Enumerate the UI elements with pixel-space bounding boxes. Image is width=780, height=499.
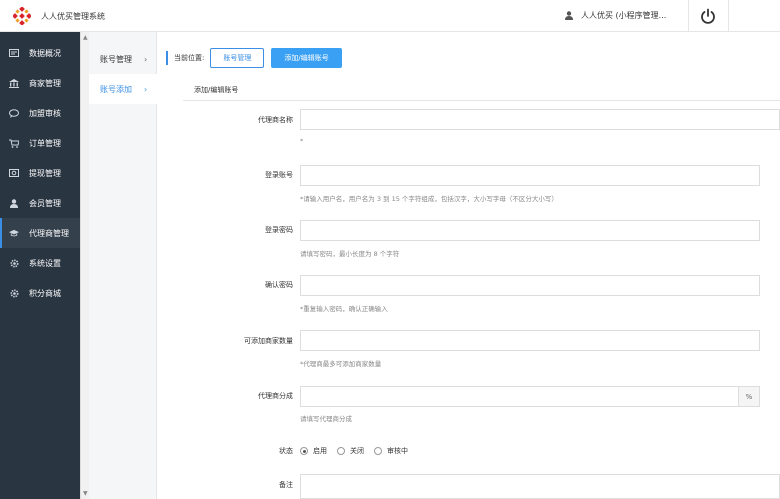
login-password-label: 登录密码 bbox=[265, 226, 293, 234]
user-name: 人人优买 (小程序管理... bbox=[581, 11, 667, 20]
panel-header: 添加/编辑账号 bbox=[183, 79, 780, 101]
sidebar-item-withdrawals[interactable]: 提现管理 bbox=[0, 158, 80, 188]
gear-icon bbox=[9, 288, 19, 298]
radio-unchecked-icon bbox=[337, 447, 345, 455]
commission-hint: 请填写代理商分成 bbox=[300, 415, 352, 423]
sidebar-item-agents[interactable]: 代理商管理 bbox=[0, 218, 80, 248]
confirm-password-label: 确认密码 bbox=[265, 281, 293, 289]
status-radio-enabled[interactable]: 启用 bbox=[300, 446, 327, 456]
status-radio-reviewing[interactable]: 审核中 bbox=[374, 446, 408, 456]
confirm-password-input[interactable] bbox=[300, 275, 760, 296]
submenu-item-label: 账号管理 bbox=[100, 54, 132, 64]
top-header: 人人优买管理系统 人人优买 (小程序管理... bbox=[0, 0, 780, 32]
submenu-item-account-add[interactable]: 账号添加 › bbox=[89, 74, 157, 104]
login-password-hint: 请填写密码，最小长度为 8 个字符 bbox=[300, 250, 400, 258]
agent-name-input[interactable] bbox=[300, 109, 780, 130]
breadcrumb-label: 当前位置: bbox=[174, 54, 205, 62]
submenu-item-label: 账号添加 bbox=[100, 84, 132, 94]
breadcrumb-add-edit-account[interactable]: 添加/编辑账号 bbox=[271, 48, 342, 68]
sidebar-item-label: 积分商城 bbox=[29, 288, 61, 298]
scroll-up-arrow-icon[interactable]: ▲ bbox=[83, 34, 88, 41]
radio-unchecked-icon bbox=[374, 447, 382, 455]
radio-label: 审核中 bbox=[387, 447, 408, 455]
dashboard-icon bbox=[9, 48, 19, 58]
sidebar-item-label: 商家管理 bbox=[29, 78, 61, 88]
sidebar-item-orders[interactable]: 订单管理 bbox=[0, 128, 80, 158]
bank-icon bbox=[9, 78, 19, 88]
scroll-down-arrow-icon[interactable]: ▼ bbox=[83, 490, 88, 497]
breadcrumb-accent-bar bbox=[166, 51, 168, 65]
sidebar-item-label: 加盟审核 bbox=[29, 108, 61, 118]
status-radio-closed[interactable]: 关闭 bbox=[337, 446, 364, 456]
agent-name-label: 代理商名称 bbox=[258, 116, 293, 124]
main-sidebar: 数据概况 商家管理 加盟审核 订单管理 提现管理 会员管理 代理商管理 系统设置… bbox=[0, 32, 80, 499]
sidebar-scrollbar[interactable]: ▲ ▼ bbox=[80, 32, 89, 499]
sidebar-item-settings[interactable]: 系统设置 bbox=[0, 248, 80, 278]
sidebar-item-members[interactable]: 会员管理 bbox=[0, 188, 80, 218]
radio-checked-icon bbox=[300, 447, 308, 455]
gear-icon bbox=[9, 258, 19, 268]
remark-textarea[interactable] bbox=[300, 474, 780, 499]
status-radio-group: 启用 关闭 审核中 bbox=[300, 446, 418, 456]
sidebar-item-merchants[interactable]: 商家管理 bbox=[0, 68, 80, 98]
user-icon bbox=[565, 11, 573, 20]
breadcrumb: 当前位置: 账号管理 添加/编辑账号 bbox=[166, 48, 349, 68]
agent-name-hint: * bbox=[300, 137, 304, 145]
header-divider bbox=[688, 0, 689, 32]
status-label: 状态 bbox=[279, 447, 293, 455]
cash-icon bbox=[9, 168, 19, 178]
chevron-right-icon: › bbox=[144, 54, 148, 64]
login-account-hint: *请输入用户名，用户名为 3 到 15 个字符组成，包括汉字，大小写字母（不区分… bbox=[300, 195, 558, 203]
confirm-password-hint: *重复输入密码，确认正确输入 bbox=[300, 305, 388, 313]
user-menu[interactable]: 人人优买 (小程序管理... bbox=[565, 10, 666, 21]
sidebar-item-join-review[interactable]: 加盟审核 bbox=[0, 98, 80, 128]
merchant-quota-input[interactable] bbox=[300, 330, 760, 351]
power-icon[interactable] bbox=[700, 8, 716, 24]
user-icon bbox=[9, 198, 19, 208]
sidebar-item-dashboard[interactable]: 数据概况 bbox=[0, 38, 80, 68]
sidebar-item-label: 代理商管理 bbox=[29, 228, 69, 238]
login-account-label: 登录账号 bbox=[265, 171, 293, 179]
sidebar-item-label: 提现管理 bbox=[29, 168, 61, 178]
sidebar-item-label: 系统设置 bbox=[29, 258, 61, 268]
login-account-input[interactable] bbox=[300, 165, 760, 186]
merchant-quota-label: 可添加商家数量 bbox=[244, 337, 293, 345]
header-divider bbox=[728, 0, 729, 32]
chevron-right-icon: › bbox=[144, 84, 148, 94]
sidebar-item-points-mall[interactable]: 积分商城 bbox=[0, 278, 80, 308]
submenu-item-account-management[interactable]: 账号管理 › bbox=[89, 44, 157, 74]
cart-icon bbox=[9, 138, 19, 148]
radio-label: 启用 bbox=[313, 447, 327, 455]
radio-label: 关闭 bbox=[350, 447, 364, 455]
sidebar-item-label: 订单管理 bbox=[29, 138, 61, 148]
secondary-menu: 账号管理 › 账号添加 › bbox=[89, 32, 157, 499]
chat-bubble-icon bbox=[9, 108, 19, 118]
remark-label: 备注 bbox=[279, 481, 293, 489]
commission-input[interactable] bbox=[300, 386, 739, 407]
graduation-cap-icon bbox=[9, 228, 19, 238]
merchant-quota-hint: *代理商最多可添加商家数量 bbox=[300, 360, 382, 368]
sidebar-item-label: 会员管理 bbox=[29, 198, 61, 208]
breadcrumb-account-management[interactable]: 账号管理 bbox=[210, 48, 265, 68]
app-logo-icon bbox=[13, 7, 31, 25]
percent-addon: % bbox=[738, 386, 760, 407]
login-password-input[interactable] bbox=[300, 220, 760, 241]
sidebar-item-label: 数据概况 bbox=[29, 48, 61, 58]
commission-label: 代理商分成 bbox=[258, 392, 293, 400]
app-title: 人人优买管理系统 bbox=[41, 12, 105, 21]
panel-title: 添加/编辑账号 bbox=[194, 86, 239, 94]
